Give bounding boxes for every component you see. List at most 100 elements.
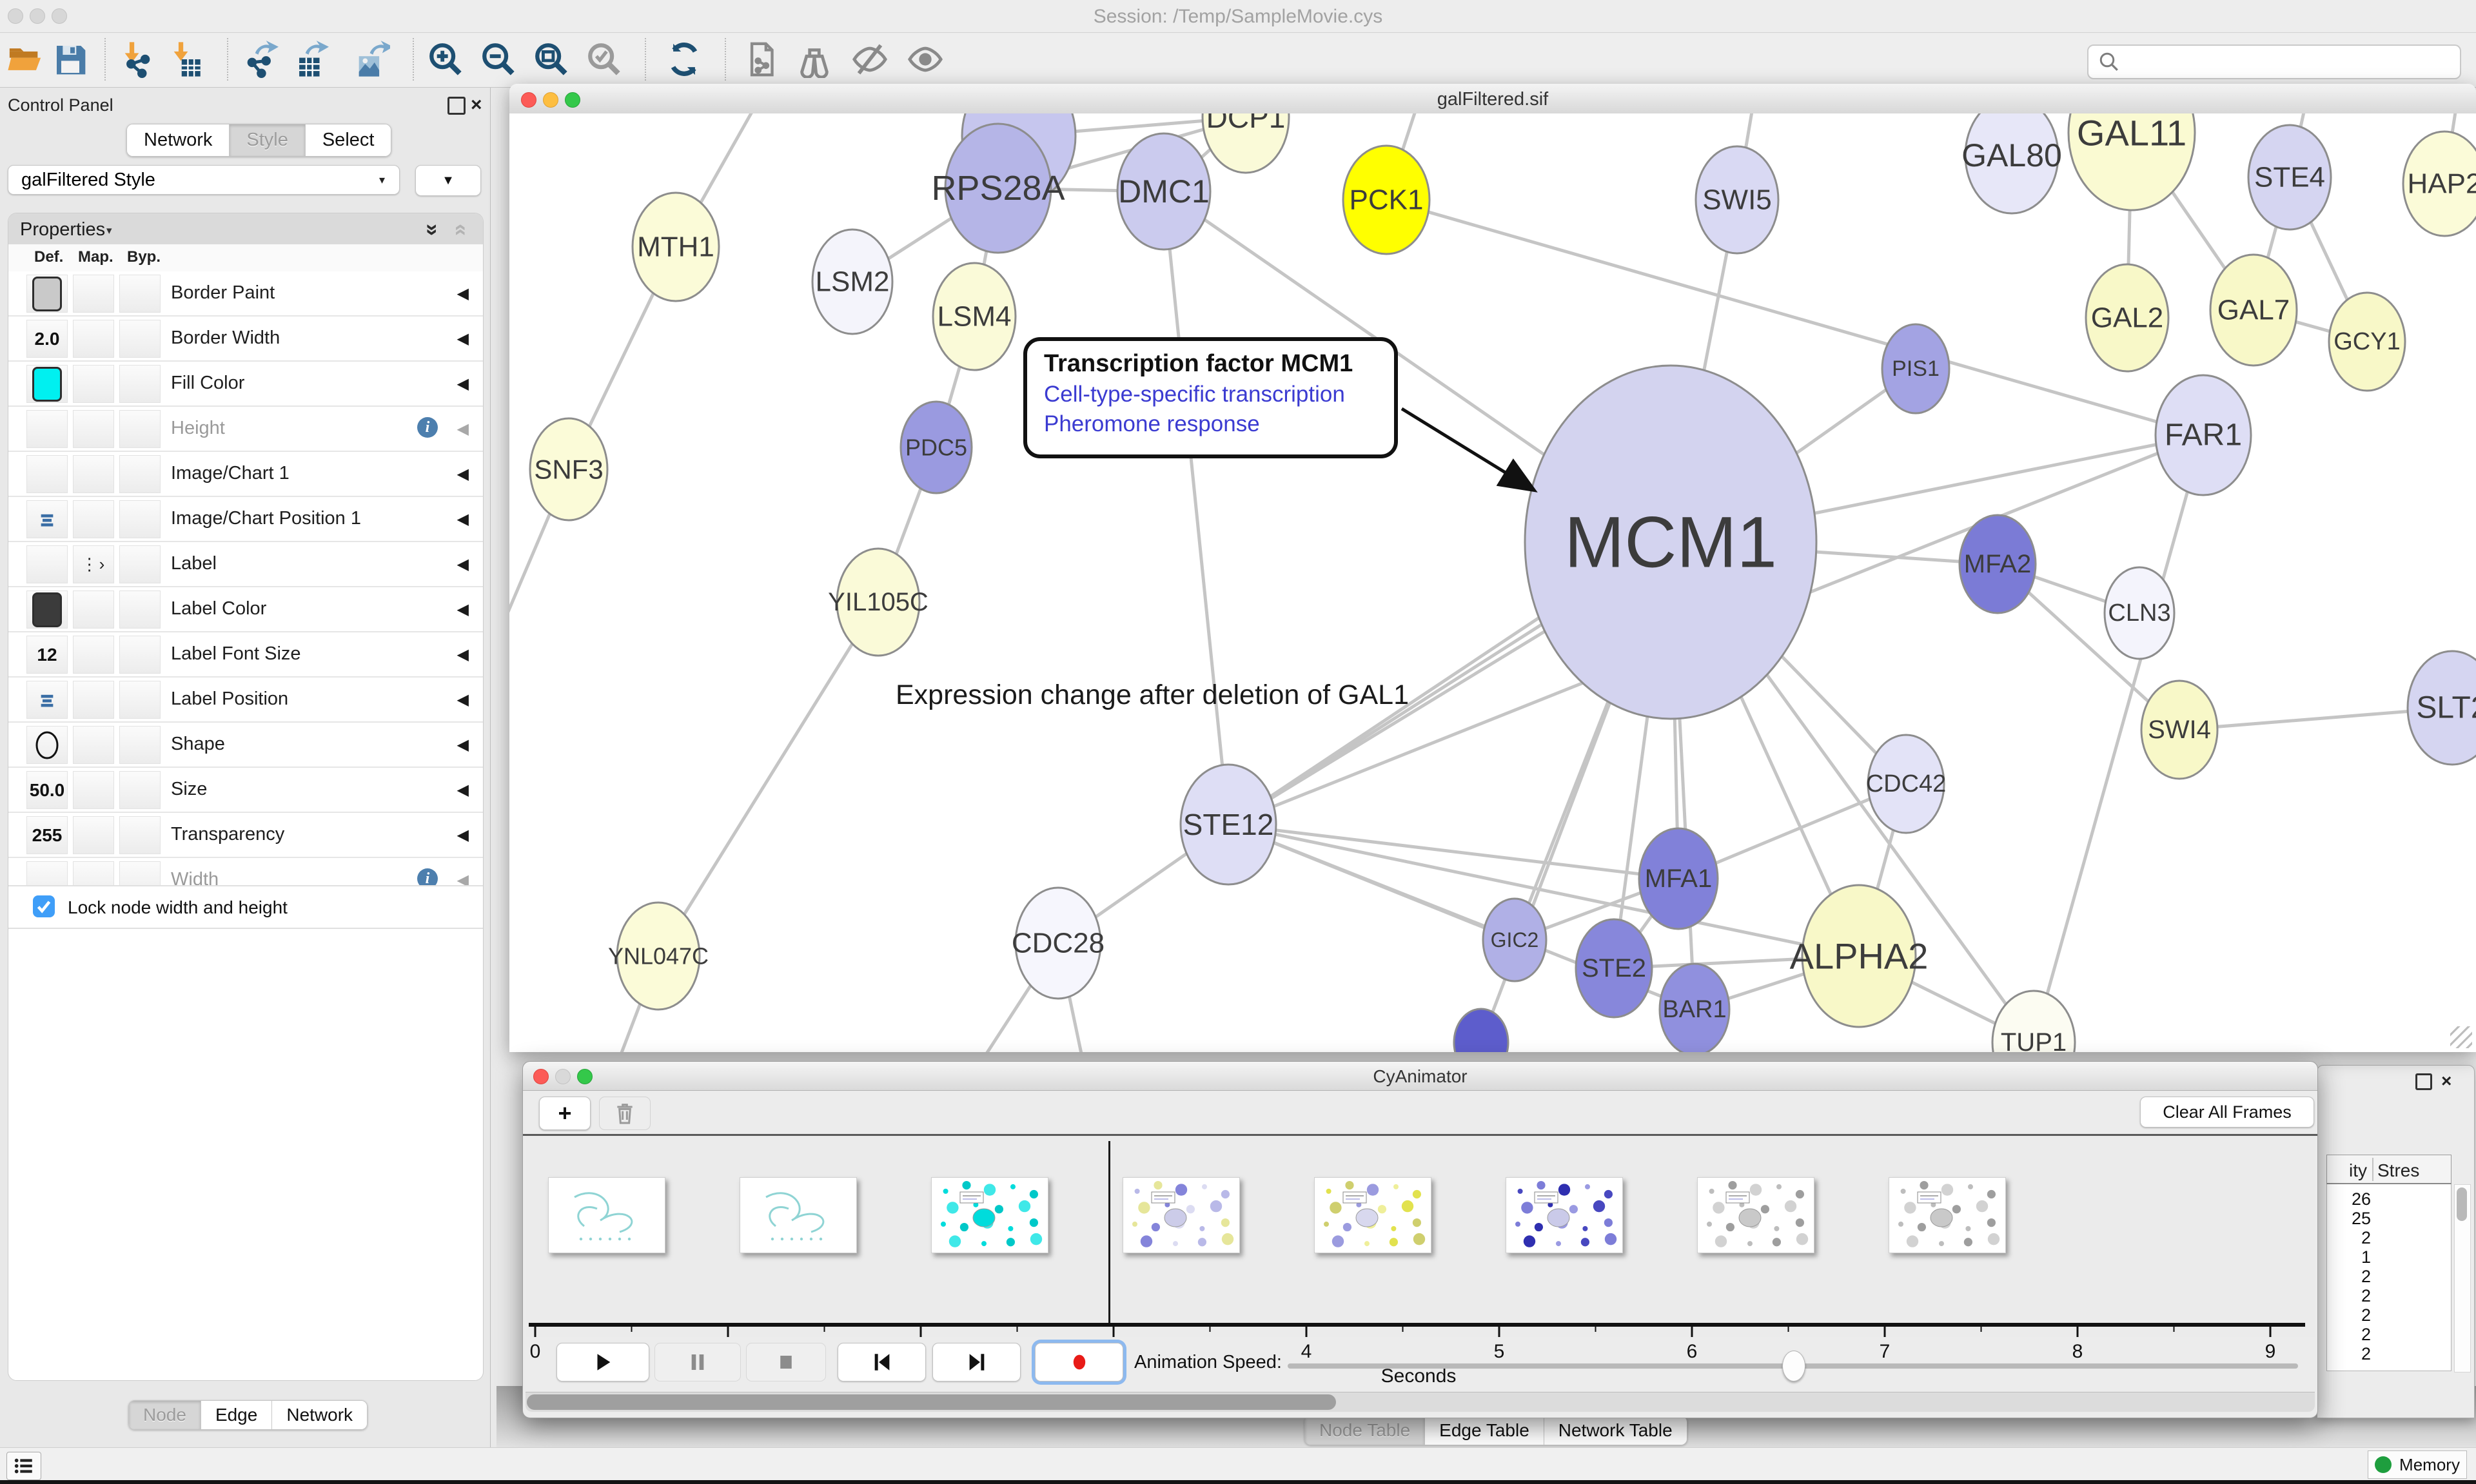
timeline-scrollbar[interactable] (526, 1392, 2315, 1412)
play-button[interactable] (556, 1343, 649, 1381)
zoom-out-icon[interactable] (478, 39, 518, 79)
search-input[interactable] (2087, 44, 2461, 79)
property-cell[interactable]: ⋮› (73, 545, 114, 583)
property-cell[interactable] (73, 410, 114, 448)
pause-button[interactable] (654, 1343, 741, 1381)
frame-thumbnail-0[interactable] (548, 1177, 665, 1253)
property-cell[interactable] (73, 771, 114, 809)
property-cell[interactable]: 255 (26, 816, 68, 854)
column-centrality[interactable]: ity (2349, 1160, 2367, 1181)
annotation-box[interactable]: Transcription factor MCM1 Cell-type-spec… (1023, 337, 1398, 458)
open-folder-icon[interactable] (5, 39, 45, 79)
property-row[interactable]: Image/Chart 1◀ (8, 452, 483, 497)
expand-row-icon[interactable]: ◀ (457, 465, 469, 483)
close-panel-icon[interactable]: × (2441, 1071, 2451, 1091)
tab-node-table[interactable]: Node Table (1305, 1416, 1425, 1445)
property-row[interactable]: 255Transparency◀ (8, 813, 483, 858)
expand-row-icon[interactable]: ◀ (457, 555, 469, 574)
record-button[interactable] (1035, 1343, 1123, 1381)
tab-network-table[interactable]: Network Table (1544, 1416, 1687, 1445)
property-cell[interactable] (119, 410, 161, 448)
lock-checkbox[interactable] (33, 895, 55, 917)
property-cell[interactable] (73, 455, 114, 493)
binoculars-icon[interactable] (794, 39, 834, 79)
playhead[interactable] (1108, 1141, 1110, 1325)
tab-select[interactable]: Select (306, 124, 391, 156)
property-row[interactable]: Label Color◀ (8, 587, 483, 632)
property-row[interactable]: Heighti◀ (8, 407, 483, 452)
network-canvas[interactable]: RPS28ADMC1DCP1PCK1MTH1LSM2LSM4SNF3PDC5YI… (509, 113, 2476, 1052)
property-cell[interactable]: 2.0 (26, 320, 68, 358)
property-cell[interactable] (73, 816, 114, 854)
property-cell[interactable] (73, 726, 114, 764)
property-cell[interactable]: 50.0 (26, 771, 68, 809)
property-cell[interactable] (73, 320, 114, 358)
expand-row-icon[interactable]: ◀ (457, 375, 469, 393)
frame-thumbnail-4[interactable] (1314, 1177, 1431, 1253)
close-panel-icon[interactable]: × (471, 94, 482, 116)
import-table-icon[interactable] (166, 39, 206, 79)
tab-network-style[interactable]: Network (272, 1401, 367, 1429)
property-cell[interactable] (73, 500, 114, 538)
memory-button[interactable]: Memory (2368, 1450, 2467, 1479)
property-cell[interactable] (26, 726, 68, 764)
network-edge[interactable] (658, 602, 878, 956)
property-cell[interactable] (119, 771, 161, 809)
property-cell[interactable] (119, 726, 161, 764)
export-network-icon[interactable] (240, 39, 280, 79)
expand-row-icon[interactable]: ◀ (457, 690, 469, 709)
property-cell[interactable] (26, 365, 68, 403)
property-cell[interactable] (26, 455, 68, 493)
frame-thumbnail-6[interactable] (1697, 1177, 1814, 1253)
property-cell[interactable] (119, 545, 161, 583)
network-edge[interactable] (1164, 191, 1228, 825)
float-panel-icon[interactable] (447, 97, 466, 115)
property-row[interactable]: ⋮›Label◀ (8, 542, 483, 587)
show-selected-icon[interactable] (905, 39, 945, 79)
resize-grip[interactable] (2450, 1026, 2472, 1048)
frame-thumbnail-2[interactable] (931, 1177, 1048, 1253)
property-cell[interactable] (119, 681, 161, 719)
property-cell[interactable] (73, 591, 114, 629)
property-cell[interactable] (26, 500, 68, 538)
column-stress[interactable]: Stres (2377, 1160, 2419, 1181)
property-row[interactable]: Image/Chart Position 1◀ (8, 497, 483, 542)
property-cell[interactable] (119, 275, 161, 313)
property-cell[interactable] (119, 365, 161, 403)
export-image-icon[interactable] (351, 39, 391, 79)
property-cell[interactable] (26, 545, 68, 583)
tab-edge-table[interactable]: Edge Table (1425, 1416, 1544, 1445)
frame-thumbnail-7[interactable] (1889, 1177, 2006, 1253)
tab-node[interactable]: Node (129, 1401, 201, 1429)
info-icon[interactable]: i (417, 417, 438, 438)
property-cell[interactable] (73, 681, 114, 719)
annotation-link[interactable]: Pheromone response (1044, 411, 1394, 437)
style-dropdown[interactable]: galFiltered Style ▾ (8, 165, 400, 195)
expand-all-icon[interactable]: » (420, 224, 445, 236)
refresh-icon[interactable] (664, 39, 704, 79)
step-backward-button[interactable] (838, 1343, 926, 1381)
property-cell[interactable] (119, 500, 161, 538)
network-titlebar[interactable]: galFiltered.sif (509, 84, 2476, 114)
zoom-fit-icon[interactable] (531, 39, 571, 79)
property-cell[interactable] (119, 320, 161, 358)
tab-edge[interactable]: Edge (201, 1401, 272, 1429)
hide-selected-icon[interactable] (850, 39, 890, 79)
expand-row-icon[interactable]: ◀ (457, 736, 469, 754)
property-cell[interactable] (73, 636, 114, 674)
property-cell[interactable] (119, 591, 161, 629)
property-row[interactable]: Shape◀ (8, 723, 483, 768)
property-cell[interactable] (119, 816, 161, 854)
step-forward-button[interactable] (932, 1343, 1021, 1381)
expand-row-icon[interactable]: ◀ (457, 420, 469, 438)
timeline[interactable]: 0123456789 Seconds (526, 1136, 2315, 1337)
slider-handle[interactable] (1782, 1351, 1805, 1381)
table-scrollbar[interactable] (2454, 1184, 2471, 1372)
frame-thumbnail-3[interactable] (1123, 1177, 1240, 1253)
property-row[interactable]: 12Label Font Size◀ (8, 632, 483, 678)
property-row[interactable]: Border Paint◀ (8, 271, 483, 317)
float-panel-icon[interactable] (2415, 1073, 2432, 1090)
tab-style[interactable]: Style (230, 124, 305, 156)
properties-header[interactable]: Properties ▾ » » (8, 213, 483, 245)
cyanimator-titlebar[interactable]: CyAnimator (523, 1062, 2317, 1091)
